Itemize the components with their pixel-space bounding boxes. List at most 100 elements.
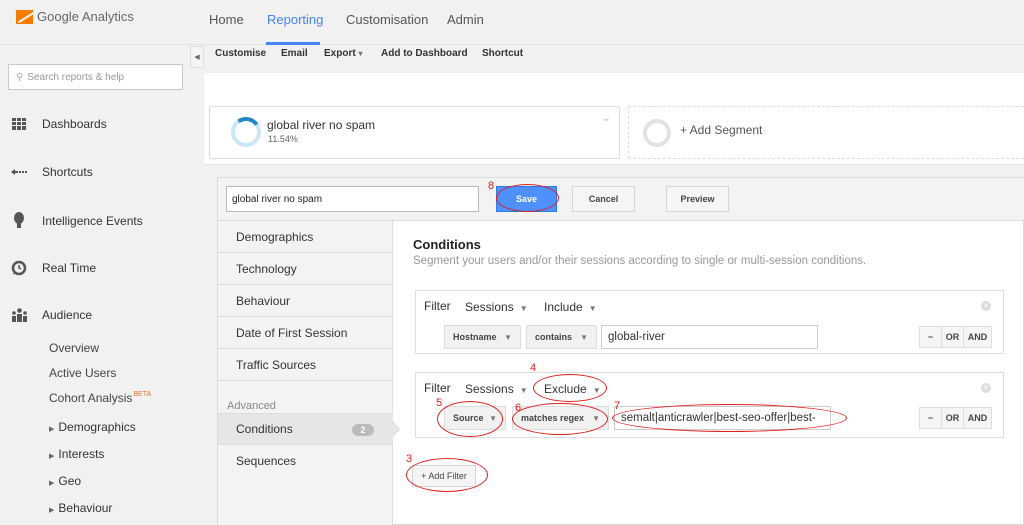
segment-name: global river no spam — [267, 118, 376, 132]
sidebar-item-label: Cohort Analysis — [49, 391, 133, 405]
sidebar-item-cohort-analysis[interactable]: Cohort AnalysisBETA — [49, 391, 151, 405]
add-segment-label: + Add Segment — [680, 123, 763, 137]
filter-value-input[interactable]: global-river — [601, 325, 818, 349]
tab-admin[interactable]: Admin — [447, 12, 484, 27]
active-tab-indicator — [266, 42, 320, 45]
expand-triangle-icon: ▶ — [49, 480, 55, 487]
scope-value: Sessions — [465, 382, 514, 396]
conditions-subtitle: Segment your users and/or their sessions… — [413, 255, 867, 267]
sidebar-item-shortcuts[interactable]: Shortcuts — [10, 165, 93, 179]
sidebar-item-behaviour[interactable]: ▶ Behaviour — [49, 501, 112, 515]
annotation-ellipse-regex — [612, 404, 847, 432]
sidebar-item-label: Geo — [58, 474, 82, 488]
annotation-ellipse-source — [437, 401, 503, 437]
app-name: Google Analytics — [37, 9, 134, 24]
or-button[interactable]: OR — [942, 408, 964, 428]
collapse-sidebar-button[interactable]: ◀ — [190, 46, 204, 68]
operator-value: contains — [535, 332, 573, 342]
preview-button[interactable]: Preview — [666, 186, 729, 212]
export-button[interactable]: Export ▾ — [324, 48, 362, 59]
sidebar-item-label: Intelligence Events — [42, 213, 143, 228]
sidebar-item-label: Demographics — [58, 420, 136, 434]
sidebar-item-demographics[interactable]: ▶ Demographics — [49, 420, 136, 434]
dimension-value: Hostname — [453, 332, 497, 342]
menu-item-behaviour[interactable]: Behaviour — [218, 285, 393, 317]
sidebar-item-label: Shortcuts — [42, 165, 93, 179]
caret-down-icon: ▾ — [358, 49, 363, 58]
grid-icon — [10, 118, 28, 130]
add-to-dashboard-button[interactable]: Add to Dashboard — [381, 48, 468, 59]
selection-pointer-fill — [392, 421, 399, 437]
sidebar-item-label: Audience — [42, 308, 93, 322]
sidebar-item-label: Behaviour — [58, 501, 113, 515]
mode-value: Include — [544, 300, 583, 314]
cancel-button[interactable]: Cancel — [572, 186, 635, 212]
and-button[interactable]: AND — [964, 327, 991, 347]
remove-row-button[interactable]: − — [920, 408, 942, 428]
menu-item-label: Conditions — [236, 422, 293, 436]
sidebar-item-geo[interactable]: ▶ Geo — [49, 474, 81, 488]
remove-filter-icon[interactable]: × — [981, 383, 991, 393]
menu-item-conditions[interactable]: Conditions 2 — [218, 413, 393, 445]
annotation-ellipse-save — [496, 184, 559, 212]
caret-down-icon: ▼ — [519, 304, 528, 313]
sidebar-item-overview[interactable]: Overview — [49, 341, 99, 355]
lightbulb-icon — [10, 212, 28, 229]
remove-filter-icon[interactable]: × — [981, 301, 991, 311]
shortcut-button[interactable]: Shortcut — [482, 48, 523, 59]
customise-button[interactable]: Customise — [215, 48, 266, 59]
people-icon — [10, 308, 28, 322]
sidebar-item-dashboards[interactable]: Dashboards — [10, 117, 107, 131]
annotation-ellipse-add-filter — [406, 458, 488, 492]
scope-value: Sessions — [465, 300, 514, 314]
annotation-number: 8 — [488, 180, 495, 192]
dimension-dropdown[interactable]: Hostname ▼ — [444, 325, 521, 349]
search-icon: ⚲ — [16, 71, 24, 83]
logo[interactable]: Google Analytics — [16, 9, 134, 24]
email-button[interactable]: Email — [281, 48, 308, 59]
add-segment-card[interactable]: + Add Segment — [628, 106, 1024, 159]
chevron-down-icon[interactable]: ⌄ — [602, 111, 611, 124]
conditions-title: Conditions — [413, 237, 481, 252]
segment-name-input[interactable]: global river no spam — [226, 186, 479, 212]
advanced-section-label: Advanced — [227, 400, 276, 412]
segment-card-active[interactable]: global river no spam 11.54% ⌄ — [209, 106, 620, 159]
expand-triangle-icon: ▶ — [49, 507, 55, 514]
conditions-count-badge: 2 — [352, 424, 374, 436]
search-input[interactable]: ⚲ Search reports & help — [8, 64, 183, 90]
caret-down-icon: ▼ — [580, 332, 588, 342]
caret-down-icon: ▼ — [519, 386, 528, 395]
menu-item-technology[interactable]: Technology — [218, 253, 393, 285]
row-controls: − OR AND — [919, 407, 992, 429]
sidebar-item-audience[interactable]: Audience — [10, 308, 92, 322]
menu-item-date-of-first-session[interactable]: Date of First Session — [218, 317, 393, 349]
scope-dropdown[interactable]: Sessions ▼ — [465, 382, 528, 396]
triangle-left-icon: ◀ — [194, 54, 200, 61]
menu-item-demographics[interactable]: Demographics — [218, 221, 393, 253]
sidebar-item-label: Interests — [58, 447, 105, 461]
and-button[interactable]: AND — [964, 408, 991, 428]
annotation-ellipse-exclude — [533, 374, 607, 402]
sidebar-item-active-users[interactable]: Active Users — [49, 366, 116, 380]
menu-item-sequences[interactable]: Sequences — [218, 445, 393, 477]
menu-item-traffic-sources[interactable]: Traffic Sources — [218, 349, 393, 381]
annotation-number: 7 — [614, 400, 621, 412]
expand-triangle-icon: ▶ — [49, 426, 55, 433]
search-placeholder: Search reports & help — [27, 71, 125, 83]
export-label: Export — [324, 48, 356, 59]
scope-dropdown[interactable]: Sessions ▼ — [465, 300, 528, 314]
sidebar-item-intelligence-events[interactable]: Intelligence Events — [10, 212, 143, 229]
tab-reporting[interactable]: Reporting — [267, 12, 323, 27]
include-dropdown[interactable]: Include ▼ — [544, 300, 597, 314]
tab-home[interactable]: Home — [209, 12, 244, 27]
sidebar-item-label: Real Time — [42, 261, 97, 275]
row-controls: − OR AND — [919, 326, 992, 348]
sidebar-item-real-time[interactable]: Real Time — [10, 260, 96, 276]
sidebar-item-label: Dashboards — [42, 117, 107, 131]
tab-customisation[interactable]: Customisation — [346, 12, 428, 27]
top-bar — [0, 0, 1024, 45]
or-button[interactable]: OR — [942, 327, 964, 347]
sidebar-item-interests[interactable]: ▶ Interests — [49, 447, 104, 461]
operator-dropdown[interactable]: contains ▼ — [526, 325, 597, 349]
remove-row-button[interactable]: − — [920, 327, 942, 347]
